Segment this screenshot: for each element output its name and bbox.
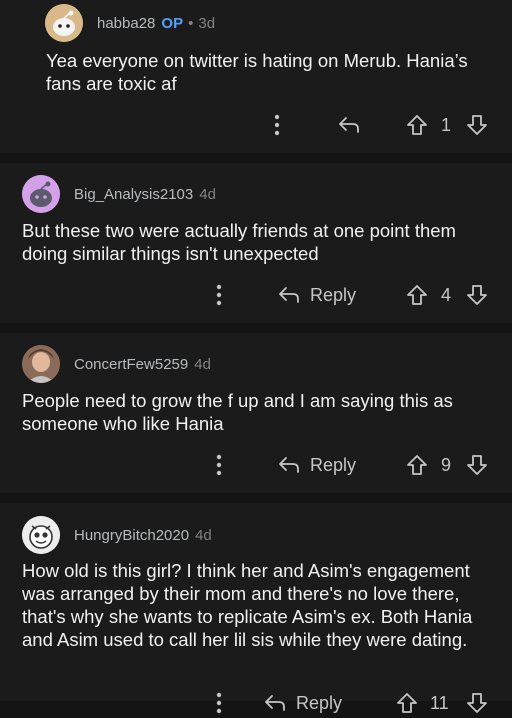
upvote-arrow-icon [407,455,427,475]
separator: • [188,14,194,32]
more-options-icon[interactable] [216,688,222,718]
snoo-avatar-icon [22,516,60,554]
more-options-icon[interactable] [216,450,222,480]
avatar[interactable] [22,175,60,213]
comment-body: How old is this girl? I think her and As… [22,560,473,650]
vote-count: 1 [441,114,452,135]
comment-age: 4d [195,526,212,544]
upvote-arrow-icon [407,285,427,305]
upvote-button[interactable] [406,450,428,480]
comment-header: Big_Analysis2103 4d [22,175,216,213]
downvote-arrow-icon [467,693,487,713]
comment-age: 4d [199,185,216,203]
upvote-button[interactable] [406,110,428,140]
op-badge: OP [161,14,184,32]
avatar[interactable] [22,345,60,383]
username[interactable]: HungryBitch2020 [74,527,189,544]
downvote-arrow-icon [467,455,487,475]
downvote-arrow-icon [467,285,487,305]
downvote-button[interactable] [466,280,488,310]
comment-actions: 1 [0,110,512,140]
reply-button[interactable]: Reply [278,280,356,310]
avatar[interactable] [22,516,60,554]
upvote-arrow-icon [397,693,417,713]
reply-label: Reply [310,284,357,305]
comment-header: ConcertFew5259 4d [22,345,211,383]
snoo-avatar-icon [22,175,60,213]
comment-card: ConcertFew5259 4d People need to grow th… [0,333,512,493]
comment-header: habba28 OP • 3d [45,4,215,42]
reply-arrow-icon [339,117,359,133]
vote-count: 11 [430,692,449,713]
avatar[interactable] [45,4,83,42]
snoo-avatar-icon [45,4,83,42]
reply-button[interactable]: Reply [264,688,342,718]
vote-count: 4 [441,284,452,305]
comment-body: But these two were actually friends at o… [22,220,456,264]
comment-body: Yea everyone on twitter is hating on Mer… [46,50,468,94]
comment-actions: Reply 9 [0,450,512,480]
downvote-arrow-icon [467,115,487,135]
more-options-icon[interactable] [274,110,280,140]
comment-body: People need to grow the f up and I am sa… [22,390,453,434]
more-options-icon[interactable] [216,280,222,310]
reply-arrow-icon [265,695,285,711]
reply-label: Reply [310,454,357,475]
downvote-button[interactable] [466,688,488,718]
comment-actions: Reply 11 [0,688,512,718]
comment-age: 3d [198,14,216,32]
username[interactable]: ConcertFew5259 [74,356,188,373]
upvote-button[interactable] [396,688,418,718]
comment-card: HungryBitch2020 4d How old is this girl?… [0,503,512,714]
upvote-arrow-icon [407,115,427,135]
comment-card: Big_Analysis2103 4d But these two were a… [0,163,512,323]
upvote-button[interactable] [406,280,428,310]
downvote-button[interactable] [466,450,488,480]
username[interactable]: Big_Analysis2103 [74,186,193,203]
profile-photo-icon [22,345,60,383]
reply-label: Reply [296,692,343,713]
comment-header: HungryBitch2020 4d [22,516,212,554]
reply-arrow-icon [279,457,299,473]
vote-count: 9 [441,454,452,475]
downvote-button[interactable] [466,110,488,140]
username[interactable]: habba28 [97,15,155,32]
comment-age: 4d [194,355,211,373]
reply-button[interactable] [338,110,370,140]
reply-button[interactable]: Reply [278,450,356,480]
comment-card: habba28 OP • 3d Yea everyone on twitter … [0,0,512,153]
comment-actions: Reply 4 [0,280,512,310]
reply-arrow-icon [279,287,299,303]
